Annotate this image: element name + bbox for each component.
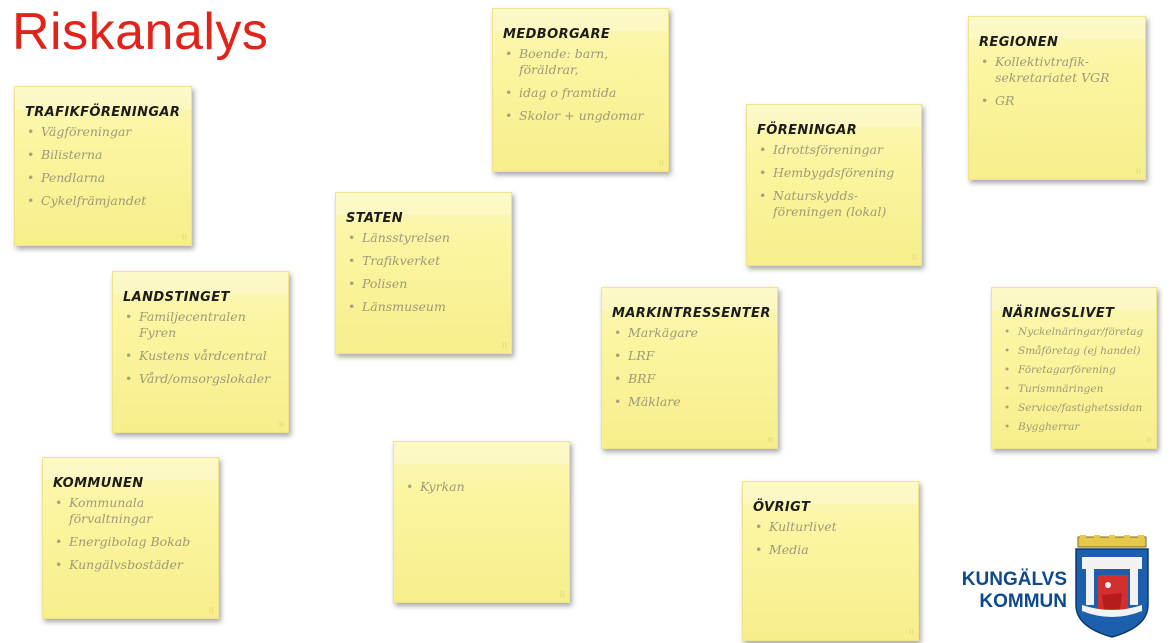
sticky-note-medborgare: MEDBORGARE Boende: barn, föräldrar, idag… [492,8,669,172]
list-item: Kungälvsbostäder [53,557,210,573]
page-title: Riskanalys [12,3,269,61]
list-item: Kollektivtrafik-sekretariatet VGR [979,54,1137,86]
list-item: GR [979,93,1137,109]
note-heading: FÖRENINGAR [757,123,858,138]
list-item: Länsstyrelsen [346,230,503,246]
note-heading: MEDBORGARE [503,27,611,42]
list-item: LRF [612,348,769,364]
logo-line-1: KUNGÄLVS [961,569,1067,590]
sticky-note-regionen: REGIONEN Kollektivtrafik-sekretariatet V… [968,16,1146,180]
note-heading [404,460,561,475]
coat-of-arms-icon [1075,535,1149,638]
list-item: Kommunala förvaltningar [53,495,210,527]
list-item: Idrottsföreningar [757,142,913,158]
sticky-note-trafikforeningar: TRAFIKFÖRENINGAR Vägföreningar Bilistern… [14,86,192,246]
list-item: Skolor + ungdomar [503,108,660,124]
list-item: Boende: barn, föräldrar, [503,46,660,78]
list-item: Vård/omsorgslokaler [123,371,280,387]
list-item: Byggherrar [1002,420,1148,434]
resize-grip-icon: ⁝⁝ [658,159,664,168]
note-heading: LANDSTINGET [123,290,230,305]
list-item: idag o framtida [503,85,660,101]
list-item: Markägare [612,325,769,341]
list-item: Kulturlivet [753,519,910,535]
sticky-note-foreningar: FÖRENINGAR Idrottsföreningar Hembygdsför… [746,104,922,266]
resize-grip-icon: ⁝⁝ [1135,167,1141,176]
logo-text: KUNGÄLVS KOMMUN [955,569,1067,613]
resize-grip-icon: ⁝⁝ [208,606,214,615]
sticky-note-landstinget: LANDSTINGET Familjecentralen Fyren Kuste… [112,271,289,433]
list-item: Företagarförening [1002,363,1148,377]
list-item: Naturskydds-föreningen (lokal) [757,188,913,220]
kungalvs-kommun-logo: KUNGÄLVS KOMMUN [955,535,1165,640]
resize-grip-icon: ⁝⁝ [501,341,507,350]
list-item: Mäklare [612,394,769,410]
resize-grip-icon: ⁝⁝ [911,253,917,262]
resize-grip-icon: ⁝⁝ [1146,436,1152,445]
sticky-note-kyrkan: Kyrkan ⁝⁝ [393,441,570,603]
sticky-note-kommunen: KOMMUNEN Kommunala förvaltningar Energib… [42,457,219,619]
sticky-note-naringslivet: NÄRINGSLIVET Nyckelnäringar/företag Småf… [991,287,1157,449]
list-item: Familjecentralen Fyren [123,309,280,341]
list-item: Länsmuseum [346,299,503,315]
list-item: Media [753,542,910,558]
list-item: Service/fastighetssidan [1002,401,1148,415]
list-item: BRF [612,371,769,387]
list-item: Nyckelnäringar/företag [1002,325,1148,339]
note-heading: STATEN [346,211,404,226]
list-item: Småföretag (ej handel) [1002,344,1148,358]
note-heading: NÄRINGSLIVET [1002,306,1115,321]
list-item: Trafikverket [346,253,503,269]
note-heading: REGIONEN [979,35,1059,50]
resize-grip-icon: ⁝⁝ [767,436,773,445]
list-item: Hembygdsförening [757,165,913,181]
list-item: Pendlarna [25,170,183,186]
note-heading: MARKINTRESSENTER [612,306,771,321]
list-item: Vägföreningar [25,124,183,140]
list-item: Kustens vårdcentral [123,348,280,364]
note-heading: KOMMUNEN [53,476,144,491]
note-heading: ÖVRIGT [753,500,811,515]
logo-line-2: KOMMUN [979,591,1067,612]
list-item: Turismnäringen [1002,382,1148,396]
list-item: Kyrkan [404,479,561,495]
sticky-note-markintressenter: MARKINTRESSENTER Markägare LRF BRF Mäkla… [601,287,778,449]
list-item: Cykelfrämjandet [25,193,183,209]
list-item: Energibolag Bokab [53,534,210,550]
list-item: Polisen [346,276,503,292]
sticky-note-ovrigt: ÖVRIGT Kulturlivet Media ⁝⁝ [742,481,919,641]
resize-grip-icon: ⁝⁝ [908,628,914,637]
resize-grip-icon: ⁝⁝ [278,420,284,429]
note-heading: TRAFIKFÖRENINGAR [25,105,181,120]
sticky-note-staten: STATEN Länsstyrelsen Trafikverket Polise… [335,192,512,354]
resize-grip-icon: ⁝⁝ [181,233,187,242]
resize-grip-icon: ⁝⁝ [559,590,565,599]
list-item: Bilisterna [25,147,183,163]
